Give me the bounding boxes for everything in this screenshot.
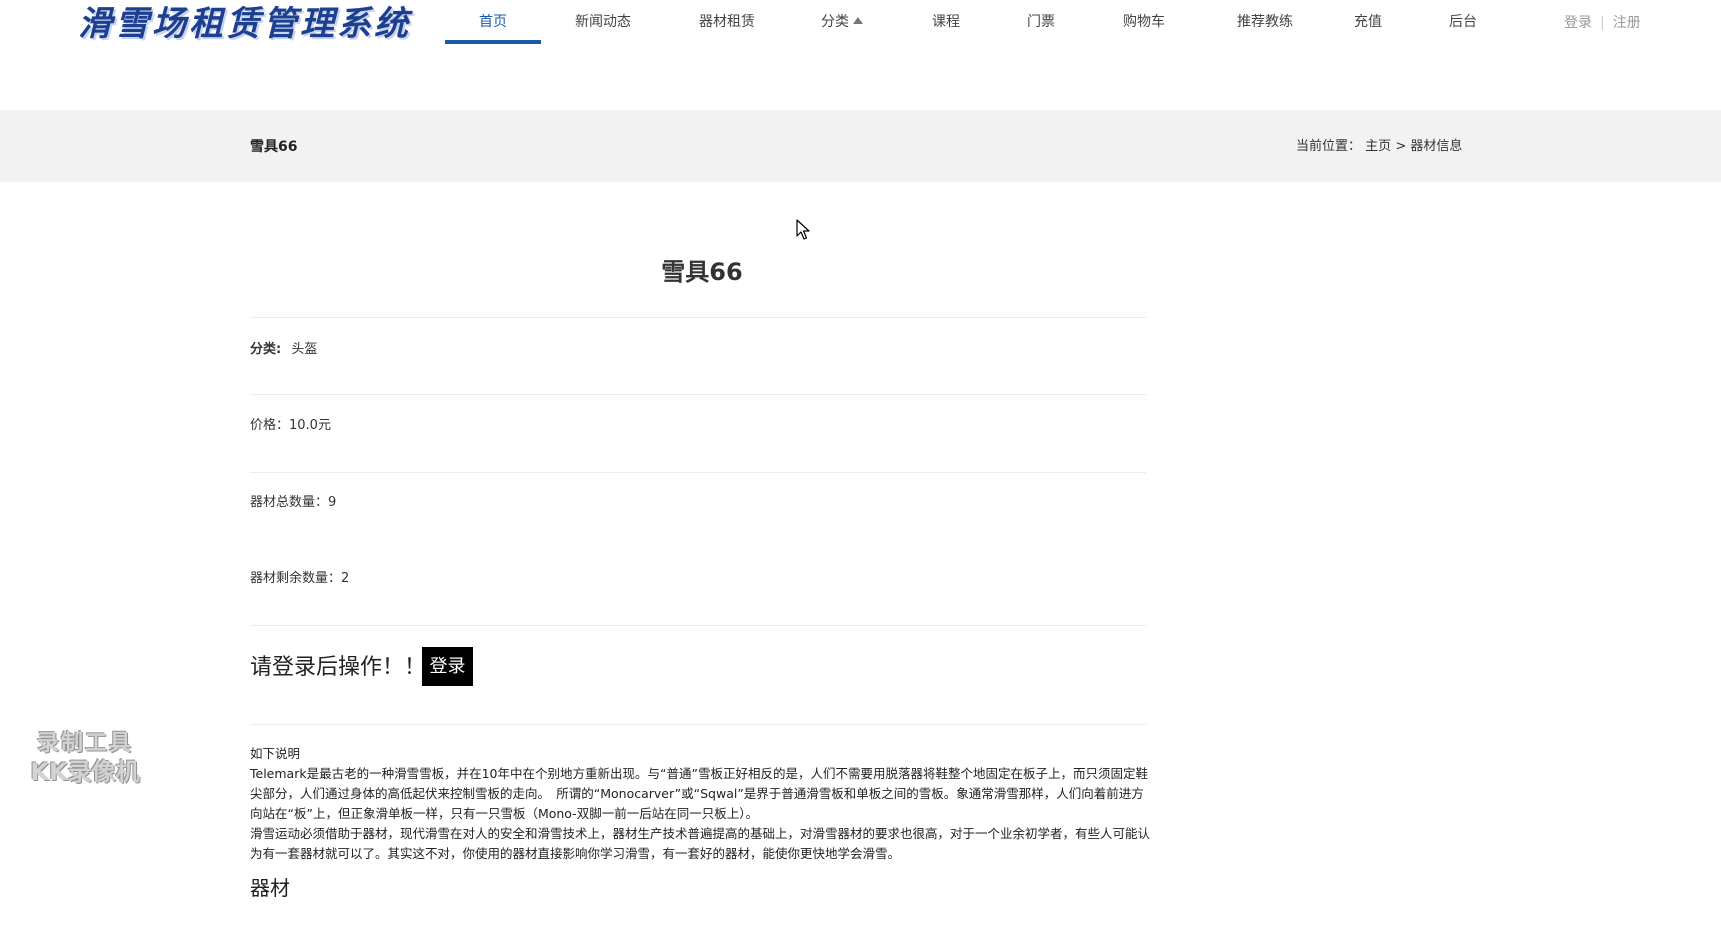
nav-active-indicator: [445, 40, 541, 44]
description-paragraph-2: 滑雪运动必须借助于器材，现代滑雪在对人的安全和滑雪技术上，器材生产技术普遍提高的…: [250, 826, 1151, 861]
nav-admin[interactable]: 后台: [1443, 0, 1483, 44]
item-category-value: 头盔: [291, 342, 318, 357]
mouse-cursor-icon: [796, 219, 810, 240]
nav-category[interactable]: 分类: [812, 0, 872, 44]
item-description: 如下说明 Telemark是最古老的一种滑雪雪板，并在10年中在个别地方重新出现…: [250, 744, 1150, 864]
item-price: 价格：10.0元: [250, 418, 331, 433]
divider: [250, 625, 1146, 626]
watermark-line-2: KK录像机: [30, 758, 140, 786]
breadcrumb-home[interactable]: 主页: [1365, 139, 1391, 154]
item-title: 雪具66: [661, 258, 743, 286]
breadcrumb-separator: >: [1395, 139, 1407, 154]
nav-tickets[interactable]: 门票: [1021, 0, 1061, 44]
section-title-equipment: 器材: [250, 876, 290, 900]
site-logo[interactable]: 滑雪场租赁管理系统: [78, 2, 411, 46]
description-heading: 如下说明: [250, 746, 301, 761]
item-category-row: 分类: 头盔: [250, 338, 1146, 357]
site-header: 滑雪场租赁管理系统 首页 新闻动态 器材租赁 分类 课程 门票 购物车 推荐教练…: [0, 0, 1721, 110]
nav-recharge[interactable]: 充值: [1348, 0, 1388, 44]
page-title: 雪具66: [250, 139, 298, 155]
watermark-line-1: 录制工具: [36, 731, 133, 756]
divider: [250, 317, 1146, 318]
page-title-band: 雪具66 当前位置： 主页 > 器材信息: [0, 110, 1721, 182]
breadcrumb-current: 器材信息: [1410, 139, 1463, 154]
nav-coaches[interactable]: 推荐教练: [1228, 0, 1302, 44]
description-paragraph-1: Telemark是最古老的一种滑雪雪板，并在10年中在个别地方重新出现。与“普通…: [250, 766, 1148, 821]
nav-courses[interactable]: 课程: [926, 0, 966, 44]
breadcrumb: 当前位置： 主页 > 器材信息: [1296, 135, 1462, 154]
nav-news[interactable]: 新闻动态: [566, 0, 640, 44]
nav-home[interactable]: 首页: [445, 0, 541, 44]
register-link[interactable]: 注册: [1613, 15, 1641, 31]
caret-up-icon: [853, 17, 863, 24]
nav-cart[interactable]: 购物车: [1116, 0, 1172, 44]
item-total-quantity: 器材总数量：9: [250, 495, 337, 510]
auth-separator: |: [1600, 15, 1605, 31]
item-remaining-quantity: 器材剩余数量：2: [250, 571, 350, 586]
breadcrumb-prefix: 当前位置：: [1296, 139, 1362, 154]
item-category-label: 分类:: [250, 342, 282, 357]
nav-equipment-rental[interactable]: 器材租赁: [690, 0, 764, 44]
divider: [250, 472, 1146, 473]
login-button[interactable]: 登录: [422, 647, 473, 686]
auth-links: 登录 | 注册: [1564, 12, 1641, 32]
divider: [250, 724, 1146, 725]
divider: [250, 394, 1146, 395]
login-required-message: 请登录后操作！！: [250, 655, 427, 680]
recorder-watermark: 录制工具 KK录像机: [16, 730, 154, 786]
login-link[interactable]: 登录: [1564, 15, 1592, 31]
nav-category-label: 分类: [821, 14, 849, 30]
